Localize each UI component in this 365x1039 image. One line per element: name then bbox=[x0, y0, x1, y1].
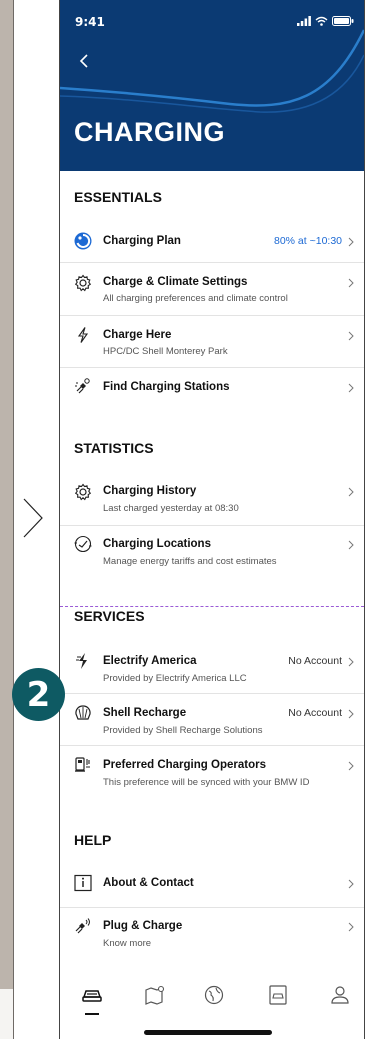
chevron-right-icon bbox=[348, 657, 354, 667]
shell-recharge-title: Shell Recharge bbox=[103, 707, 187, 719]
lightning-icon bbox=[77, 327, 89, 343]
shell-logo-icon bbox=[75, 705, 91, 720]
adjacent-screen-edge bbox=[0, 0, 14, 1039]
map-icon[interactable] bbox=[143, 983, 167, 1007]
shell-recharge-account-status: No Account bbox=[288, 707, 342, 719]
section-title-statistics: STATISTICS bbox=[74, 440, 154, 456]
preferred-operators-title: Preferred Charging Operators bbox=[103, 759, 266, 771]
plug-charge-sub: Know more bbox=[103, 938, 152, 949]
charging-station-search-icon bbox=[75, 378, 90, 394]
charging-locations-row[interactable]: Charging Locations Manage energy tariffs… bbox=[60, 528, 364, 574]
charging-history-title: Charging History bbox=[103, 485, 197, 497]
charge-climate-sub: All charging preferences and climate con… bbox=[103, 293, 288, 304]
annotation-dashed-line bbox=[60, 606, 364, 607]
profile-icon[interactable] bbox=[328, 983, 352, 1007]
chevron-right-icon bbox=[348, 383, 354, 393]
divider bbox=[60, 745, 364, 746]
electrify-america-logo-icon bbox=[76, 653, 87, 669]
adjacent-screen-bottom bbox=[0, 989, 13, 1039]
divider bbox=[60, 907, 364, 908]
page-title: CHARGING bbox=[74, 117, 225, 147]
status-time: 9:41 bbox=[75, 15, 105, 29]
chevron-right-icon bbox=[348, 709, 354, 719]
divider bbox=[60, 525, 364, 526]
step-callout-badge: 2 bbox=[12, 668, 65, 721]
plug-charge-title: Plug & Charge bbox=[103, 920, 183, 932]
gear-icon bbox=[74, 274, 92, 292]
charge-here-sub: HPC/DC Shell Monterey Park bbox=[103, 346, 228, 357]
divider bbox=[60, 367, 364, 368]
car-icon[interactable] bbox=[80, 983, 104, 1007]
charging-plan-row[interactable]: Charging Plan 80% at ~10:30 bbox=[60, 225, 364, 259]
preferred-charging-operators-row[interactable]: Preferred Charging Operators This prefer… bbox=[60, 749, 364, 795]
battery-icon bbox=[332, 16, 354, 26]
chevron-right-icon bbox=[348, 922, 354, 932]
divider bbox=[60, 262, 364, 263]
chevron-right-icon bbox=[348, 761, 354, 771]
preferred-operators-sub: This preference will be synced with your… bbox=[103, 777, 310, 788]
charging-history-sub: Last charged yesterday at 08:30 bbox=[103, 503, 239, 514]
charging-plan-value: 80% at ~10:30 bbox=[273, 235, 342, 247]
charge-here-title: Charge Here bbox=[103, 329, 172, 341]
charge-here-row[interactable]: Charge Here HPC/DC Shell Monterey Park bbox=[60, 318, 364, 362]
active-tab-indicator bbox=[85, 1013, 99, 1015]
chevron-right-icon bbox=[348, 331, 354, 341]
plug-and-charge-row[interactable]: Plug & Charge Know more bbox=[60, 910, 364, 956]
chevron-right-icon bbox=[348, 540, 354, 550]
find-stations-title: Find Charging Stations bbox=[103, 381, 230, 393]
globe-icon[interactable] bbox=[202, 983, 226, 1007]
chevron-right-icon bbox=[348, 237, 354, 247]
shell-recharge-sub: Provided by Shell Recharge Solutions bbox=[103, 725, 263, 736]
section-title-essentials: ESSENTIALS bbox=[74, 189, 162, 205]
charge-climate-title: Charge & Climate Settings bbox=[103, 276, 248, 288]
header: 9:41 CHARGING bbox=[60, 0, 364, 171]
charge-climate-settings-row[interactable]: Charge & Climate Settings All charging p… bbox=[60, 266, 364, 310]
plug-charge-icon bbox=[75, 918, 90, 934]
chevron-right-icon bbox=[348, 879, 354, 889]
charging-locations-title: Charging Locations bbox=[103, 538, 211, 550]
about-contact-title: About & Contact bbox=[103, 877, 194, 889]
back-button[interactable] bbox=[74, 51, 94, 71]
divider bbox=[60, 693, 364, 694]
electrify-america-row[interactable]: Electrify America Provided by Electrify … bbox=[60, 645, 364, 689]
signal-icon bbox=[297, 16, 311, 26]
wifi-icon bbox=[315, 16, 328, 26]
electrify-america-title: Electrify America bbox=[103, 655, 197, 667]
chevron-right-icon bbox=[348, 487, 354, 497]
home-indicator[interactable] bbox=[144, 1030, 272, 1035]
section-title-services: SERVICES bbox=[74, 608, 145, 624]
flow-chevron-icon bbox=[23, 498, 43, 538]
electrify-america-sub: Provided by Electrify America LLC bbox=[103, 673, 247, 684]
charging-history-row[interactable]: Charging History Last charged yesterday … bbox=[60, 475, 364, 519]
charging-operator-icon bbox=[75, 757, 90, 772]
info-icon bbox=[74, 874, 92, 892]
location-cost-icon bbox=[74, 535, 92, 553]
shell-recharge-row[interactable]: Shell Recharge Provided by Shell Recharg… bbox=[60, 697, 364, 741]
vehicle-profile-icon[interactable] bbox=[266, 983, 290, 1007]
charging-plan-icon bbox=[74, 232, 92, 250]
find-charging-stations-row[interactable]: Find Charging Stations bbox=[60, 370, 364, 404]
charging-locations-sub: Manage energy tariffs and cost estimates bbox=[103, 556, 277, 567]
divider bbox=[60, 315, 364, 316]
gear-icon bbox=[74, 483, 92, 501]
chevron-right-icon bbox=[348, 278, 354, 288]
charging-plan-title: Charging Plan bbox=[103, 235, 181, 247]
electrify-america-account-status: No Account bbox=[288, 655, 342, 667]
tab-bar bbox=[60, 975, 364, 1039]
charging-screen: 9:41 CHARGING ESSENTIALS Charging Plan 8… bbox=[60, 0, 364, 1039]
status-icons bbox=[297, 16, 354, 26]
section-title-help: HELP bbox=[74, 832, 112, 848]
about-contact-row[interactable]: About & Contact bbox=[60, 866, 364, 902]
